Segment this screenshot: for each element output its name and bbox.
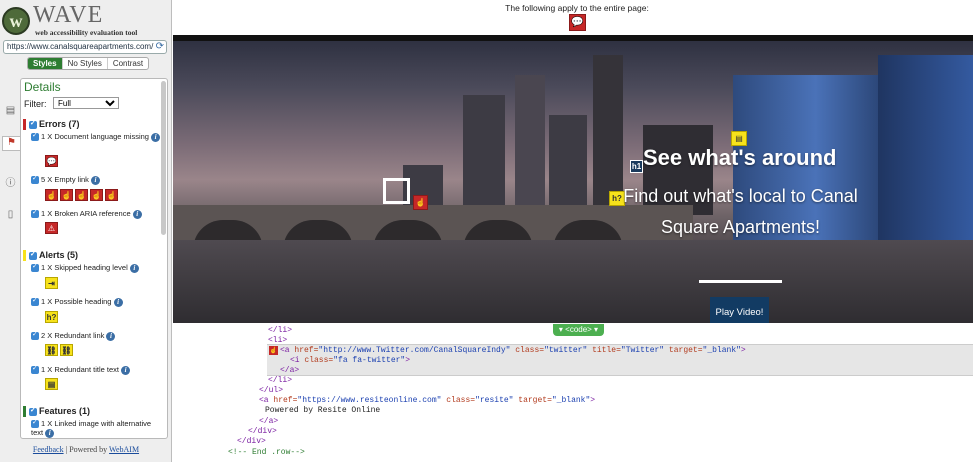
error-icons-aria: ⚠ — [45, 222, 58, 234]
code-line: <i class="fa fa-twitter"> — [290, 356, 411, 365]
empty-link-icon[interactable]: ☝ — [269, 346, 278, 355]
alert-icons-possible-heading: h? — [45, 311, 58, 323]
errors-checkbox[interactable] — [29, 119, 37, 129]
info-icon[interactable]: i — [129, 263, 139, 273]
info-icon[interactable]: i — [45, 428, 55, 438]
feedback-link[interactable]: Feedback — [33, 445, 64, 454]
filter-label: Filter: — [24, 99, 47, 109]
redundant-title-icon[interactable]: ▤ — [45, 378, 58, 390]
view-tabs: Styles No Styles Contrast — [27, 57, 150, 70]
features-checkbox[interactable] — [29, 406, 37, 416]
code-line: </div> — [237, 437, 266, 446]
reference-icon[interactable]: ⓘ — [4, 174, 17, 189]
error-icons-empty-link: ☝ ☝ ☝ ☝ ☝ — [45, 189, 118, 201]
hero-subtitle: Find out what's local to Canal Square Ap… — [623, 186, 858, 237]
possible-heading-icon[interactable]: h? — [45, 311, 58, 323]
tab-contrast[interactable]: Contrast — [108, 58, 148, 69]
empty-link-icon[interactable]: ☝ — [105, 189, 118, 201]
code-line: <li> — [268, 336, 288, 345]
hero-heading: See what's around — [643, 145, 837, 170]
alerts-category[interactable]: Alerts (5) — [23, 250, 78, 262]
empty-link-icon[interactable]: ☝ — [75, 189, 88, 201]
code-line: </a> — [280, 366, 300, 375]
speech-bubble-icon[interactable]: 💬 — [569, 14, 586, 31]
hero-banner: ☝ ▤ h1 h? See what's around Find out wha… — [173, 35, 973, 325]
code-line: </ul> — [259, 386, 284, 395]
error-item-aria[interactable]: 1 X Broken ARIA reference i — [31, 208, 161, 219]
hero-divider — [699, 280, 782, 283]
wave-sidebar: w WAVE web accessibility evaluation tool… — [0, 0, 172, 462]
wave-tagline: web accessibility evaluation tool — [35, 28, 138, 37]
url-input[interactable]: https://www.canalsquareapartments.com/ ⟳ — [3, 40, 167, 54]
code-line: </div> — [248, 427, 277, 436]
structure-icon[interactable]: ▯ — [4, 209, 17, 224]
details-icon[interactable]: ⚑ — [2, 136, 20, 151]
tab-styles[interactable]: Styles — [28, 58, 63, 69]
empty-link-icon[interactable]: ☝ — [45, 189, 58, 201]
play-video-button[interactable]: Play Video! — [710, 297, 769, 325]
empty-link-icon[interactable]: ☝ — [60, 189, 73, 201]
info-icon[interactable]: i — [106, 331, 116, 341]
speech-bubble-icon[interactable]: 💬 — [45, 155, 58, 167]
wave-logo-icon: w — [2, 7, 30, 35]
redundant-link-icon[interactable]: ⛓ — [45, 344, 58, 356]
alert-item-redundant-title[interactable]: 1 X Redundant title text i — [31, 364, 161, 375]
code-line: </a> — [259, 417, 279, 426]
code-toggle-tab[interactable]: ▾ <code> ▾ — [553, 324, 604, 336]
error-item-lang[interactable]: 1 X Document language missing i — [31, 131, 161, 142]
wave-logo-word: WAVE — [33, 2, 104, 28]
page-level-text: The following apply to the entire page: — [505, 3, 649, 13]
feature-item-linked-image[interactable]: 1 X Linked image with alternative text i — [31, 418, 161, 438]
info-icon[interactable]: i — [91, 175, 101, 185]
errors-category[interactable]: Errors (7) — [23, 119, 80, 131]
empty-link-icon[interactable]: ☝ — [413, 195, 428, 210]
code-line: <a href="http://www.Twitter.com/CanalSqu… — [280, 346, 746, 355]
summary-icon[interactable]: ▤ — [4, 105, 17, 120]
features-category[interactable]: Features (1) — [23, 406, 90, 418]
code-line: <!-- End .row--> — [228, 448, 305, 457]
broken-aria-icon[interactable]: ⚠ — [45, 222, 58, 234]
code-line: </li> — [268, 376, 293, 385]
wave-logo: w WAVE web accessibility evaluation tool — [2, 2, 170, 39]
info-icon[interactable]: i — [132, 209, 142, 219]
canal-water — [173, 240, 973, 325]
empty-link-icon[interactable]: ☝ — [90, 189, 103, 201]
webaim-link[interactable]: WebAIM — [109, 445, 139, 454]
focus-outline — [383, 178, 410, 204]
code-line: <a href="https://www.resiteonline.com" c… — [259, 396, 596, 405]
skipped-heading-icon[interactable]: ⇥ — [45, 277, 58, 289]
redundant-title-icon[interactable]: ▤ — [731, 131, 747, 146]
alert-icons-redundant-link: ⛓ ⛓ — [45, 344, 73, 356]
panel-title: Details — [24, 80, 61, 94]
alert-item-redundant-link[interactable]: 2 X Redundant link i — [31, 330, 161, 341]
error-item-empty-link[interactable]: 5 X Empty link i — [31, 174, 161, 185]
code-view: ☝ </li> <li> <a href="http://www.Twitter… — [173, 323, 973, 462]
alert-icons-heading-level: ⇥ — [45, 277, 58, 289]
alert-item-possible-heading[interactable]: 1 X Possible heading i — [31, 296, 161, 307]
info-icon[interactable]: i — [121, 365, 131, 375]
error-icons-lang: 💬 — [45, 155, 58, 167]
filter-select[interactable]: Full — [53, 97, 119, 109]
alert-item-heading-level[interactable]: 1 X Skipped heading level i — [31, 262, 161, 273]
alerts-checkbox[interactable] — [29, 250, 37, 260]
tab-no-styles[interactable]: No Styles — [63, 58, 108, 69]
info-icon[interactable]: i — [151, 132, 161, 142]
code-line: </li> — [268, 326, 293, 335]
url-value: https://www.canalsquareapartments.com/ — [7, 42, 154, 51]
panel-scrollbar[interactable] — [161, 81, 166, 235]
info-icon[interactable]: i — [113, 297, 123, 307]
h1-badge-icon[interactable]: h1 — [630, 160, 643, 173]
page-level-notice: The following apply to the entire page: … — [173, 0, 973, 35]
reload-icon[interactable]: ⟳ — [156, 41, 164, 53]
alert-icons-redundant-title: ▤ — [45, 378, 58, 390]
redundant-link-icon[interactable]: ⛓ — [60, 344, 73, 356]
details-panel: Details Filter: Full Errors (7) 1 X Docu… — [20, 78, 168, 439]
code-line: Powered by Resite Online — [265, 406, 381, 415]
sidebar-footer: Feedback | Powered by WebAIM — [32, 445, 140, 454]
